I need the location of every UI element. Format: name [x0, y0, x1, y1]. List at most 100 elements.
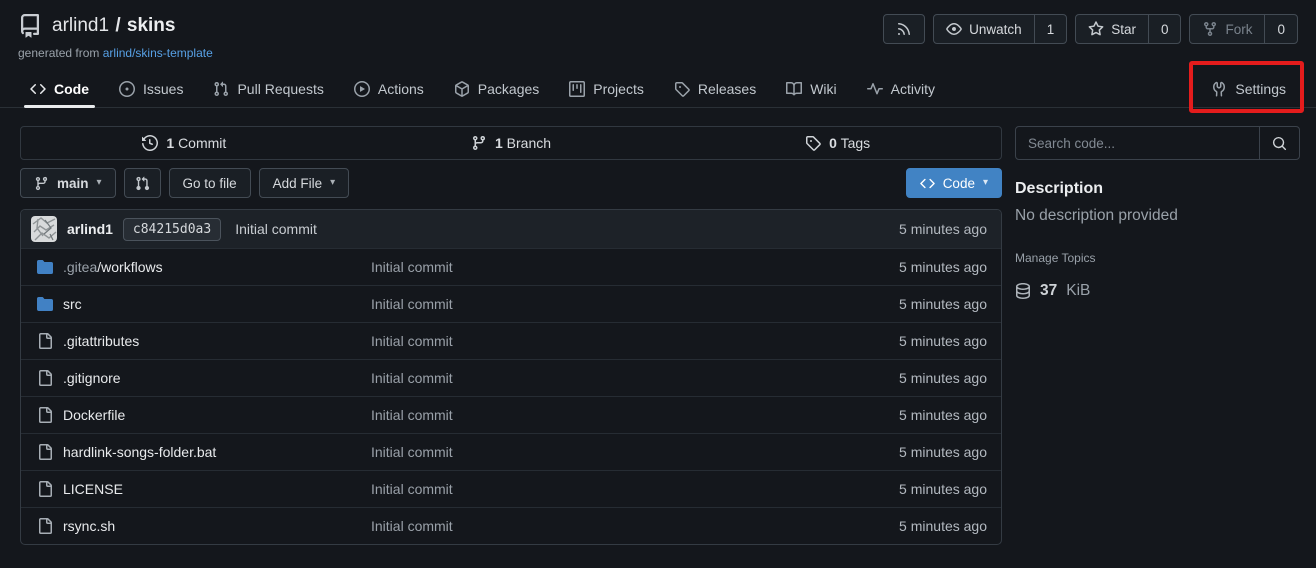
file-name-link[interactable]: src [63, 296, 82, 312]
row-time: 5 minutes ago [899, 407, 991, 423]
commit-author-link[interactable]: arlind1 [67, 221, 113, 237]
avatar[interactable] [31, 216, 57, 242]
file-row-hardlink-songs-folder-bat[interactable]: hardlink-songs-folder.bat Initial commit… [21, 433, 1001, 470]
file-row-gitea-workflows[interactable]: .gitea/workflows Initial commit 5 minute… [21, 248, 1001, 285]
row-commit-message-link[interactable]: Initial commit [371, 481, 899, 497]
row-commit-message-link[interactable]: Initial commit [371, 370, 899, 386]
commits-stat[interactable]: 1 Commit [21, 127, 348, 159]
repo-actions: Unwatch 1 Star 0 Fork 0 [883, 14, 1298, 44]
tab-label: Activity [891, 81, 935, 97]
repo-name-link[interactable]: skins [127, 15, 176, 36]
pulse-icon [867, 81, 883, 97]
repo-title: arlind1 / skins [18, 14, 213, 38]
rss-icon [884, 15, 924, 43]
star-icon [1088, 21, 1104, 37]
row-commit-message-link[interactable]: Initial commit [371, 444, 899, 460]
branches-count: 1 [495, 135, 503, 151]
file-row-rsync-sh[interactable]: rsync.sh Initial commit 5 minutes ago [21, 507, 1001, 544]
tab-label: Issues [143, 81, 183, 97]
star-count[interactable]: 0 [1148, 15, 1181, 43]
repo-sidebar: Description No description provided Mana… [1015, 126, 1300, 545]
row-commit-message-link[interactable]: Initial commit [371, 333, 899, 349]
file-name-link[interactable]: Dockerfile [63, 407, 125, 423]
row-commit-message-link[interactable]: Initial commit [371, 407, 899, 423]
repo-book-icon [18, 14, 42, 38]
template-repo-link[interactable]: arlind/skins-template [103, 46, 213, 60]
tab-actions[interactable]: Actions [342, 70, 436, 107]
tab-activity[interactable]: Activity [855, 70, 947, 107]
branch-selector-button[interactable]: main ▾ [20, 168, 116, 198]
row-commit-message-link[interactable]: Initial commit [371, 518, 899, 534]
search-code-input[interactable] [1016, 127, 1259, 159]
file-name-link[interactable]: rsync.sh [63, 518, 115, 534]
star-button[interactable]: Star 0 [1075, 14, 1181, 44]
wrench-icon [1211, 81, 1227, 97]
file-name-link[interactable]: .gitignore [63, 370, 121, 386]
file-row-dockerfile[interactable]: Dockerfile Initial commit 5 minutes ago [21, 396, 1001, 433]
branch-toolbar: main ▾ Go to file Add File ▾ Code ▾ [20, 168, 1002, 198]
tab-settings[interactable]: Settings [1199, 70, 1298, 107]
tab-pull-requests[interactable]: Pull Requests [201, 70, 335, 107]
file-row-license[interactable]: LICENSE Initial commit 5 minutes ago [21, 470, 1001, 507]
commit-message-link[interactable]: Initial commit [235, 221, 317, 237]
file-row-src[interactable]: src Initial commit 5 minutes ago [21, 285, 1001, 322]
tag-icon [805, 135, 821, 151]
file-name-link[interactable]: .gitattributes [63, 333, 139, 349]
add-file-button[interactable]: Add File ▾ [259, 168, 350, 198]
fork-count[interactable]: 0 [1264, 15, 1297, 43]
code-download-button[interactable]: Code ▾ [906, 168, 1002, 198]
row-time: 5 minutes ago [899, 518, 991, 534]
row-commit-message-link[interactable]: Initial commit [371, 296, 899, 312]
tags-label: Tags [841, 135, 871, 151]
manage-topics-link[interactable]: Manage Topics [1015, 251, 1096, 265]
tab-label: Packages [478, 81, 539, 97]
tab-releases[interactable]: Releases [662, 70, 768, 107]
row-time: 5 minutes ago [899, 481, 991, 497]
tab-label: Code [54, 81, 89, 97]
tags-stat[interactable]: 0 Tags [674, 127, 1001, 159]
row-commit-message-link[interactable]: Initial commit [371, 259, 899, 275]
caret-down-icon: ▾ [330, 178, 335, 188]
watch-button[interactable]: Unwatch 1 [933, 14, 1067, 44]
database-icon [1015, 283, 1031, 299]
file-name-link[interactable]: LICENSE [63, 481, 123, 497]
code-icon [30, 81, 46, 97]
file-row-gitignore[interactable]: .gitignore Initial commit 5 minutes ago [21, 359, 1001, 396]
file-name-link[interactable]: hardlink-songs-folder.bat [63, 444, 216, 460]
repo-owner-link[interactable]: arlind1 [52, 15, 109, 36]
tab-code[interactable]: Code [18, 70, 101, 107]
add-file-label: Add File [273, 176, 323, 191]
tag-icon [674, 81, 690, 97]
file-row-gitattributes[interactable]: .gitattributes Initial commit 5 minutes … [21, 322, 1001, 359]
tab-label: Wiki [810, 81, 836, 97]
folder-icon [37, 296, 53, 312]
tab-packages[interactable]: Packages [442, 70, 551, 107]
repo-size: 37 KiB [1015, 282, 1300, 300]
file-path-prefix: .gitea [63, 259, 97, 275]
commits-count: 1 [166, 135, 174, 151]
commit-sha-link[interactable]: c84215d0a3 [123, 218, 221, 241]
tab-wiki[interactable]: Wiki [774, 70, 848, 107]
tab-label: Projects [593, 81, 644, 97]
pull-request-icon [213, 81, 229, 97]
folder-icon [37, 259, 53, 275]
issue-icon [119, 81, 135, 97]
watch-count[interactable]: 1 [1034, 15, 1067, 43]
book-open-icon [786, 81, 802, 97]
repo-size-value: 37 [1040, 282, 1057, 300]
description-empty-text: No description provided [1015, 207, 1300, 225]
go-to-file-label: Go to file [183, 176, 237, 191]
branch-icon [34, 176, 49, 191]
compare-button[interactable] [124, 168, 161, 198]
tab-issues[interactable]: Issues [107, 70, 195, 107]
fork-button[interactable]: Fork 0 [1189, 14, 1298, 44]
repo-separator: / [110, 15, 126, 36]
generated-from: generated from arlind/skins-template [18, 46, 213, 60]
branches-stat[interactable]: 1 Branch [348, 127, 675, 159]
watch-label: Unwatch [969, 22, 1022, 37]
search-button[interactable] [1259, 127, 1299, 159]
tab-projects[interactable]: Projects [557, 70, 656, 107]
go-to-file-button[interactable]: Go to file [169, 168, 251, 198]
rss-button[interactable] [883, 14, 925, 44]
file-name-link[interactable]: /workflows [97, 259, 162, 275]
